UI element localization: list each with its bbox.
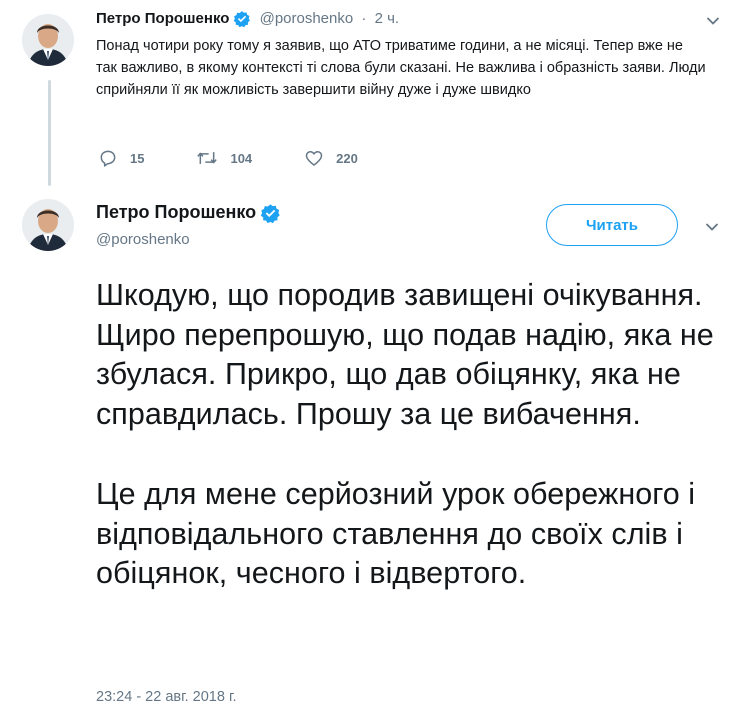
separator: ·	[361, 10, 367, 27]
tweet-paragraph: Це для мене серйозний урок обережного і …	[96, 476, 696, 591]
like-button[interactable]: 220	[304, 148, 358, 168]
tweet-timestamp[interactable]: 23:24 - 22 авг. 2018 г.	[96, 689, 237, 705]
tweet-text: Шкодую, що породив завищені очікування. …	[96, 276, 716, 594]
tweet-header: Петро Порошенко @poroshenko · 2 ч.	[96, 9, 399, 29]
retweet-count: 104	[230, 150, 253, 166]
author-handle[interactable]: @poroshenko	[96, 231, 190, 248]
avatar[interactable]	[22, 199, 74, 251]
like-count: 220	[336, 150, 358, 166]
reply-icon	[98, 148, 130, 168]
author-name[interactable]: Петро Порошенко	[96, 200, 281, 224]
author-name[interactable]: Петро Порошенко	[96, 10, 229, 27]
chevron-down-icon[interactable]	[705, 13, 721, 29]
chevron-down-icon[interactable]	[704, 219, 720, 235]
retweet-button[interactable]: 104	[196, 148, 252, 168]
author-name-text: Петро Порошенко	[96, 202, 257, 222]
tweet-paragraph: Шкодую, що породив завищені очікування. …	[96, 278, 714, 432]
reply-count: 15	[130, 150, 145, 166]
tweet-actions: 15 104 220	[98, 148, 410, 168]
reply-button[interactable]: 15	[98, 148, 144, 168]
retweet-icon	[196, 148, 230, 168]
thread-line	[48, 80, 51, 186]
heart-icon	[304, 148, 336, 168]
tweet-time[interactable]: 2 ч.	[375, 10, 400, 27]
tweet-text: Понад чотири року тому я заявив, що АТО …	[96, 38, 706, 98]
verified-badge-icon	[233, 10, 251, 28]
avatar[interactable]	[22, 14, 74, 66]
follow-button[interactable]: Читать	[546, 204, 678, 246]
author-handle[interactable]: @poroshenko	[260, 10, 354, 27]
verified-badge-icon	[260, 203, 281, 224]
